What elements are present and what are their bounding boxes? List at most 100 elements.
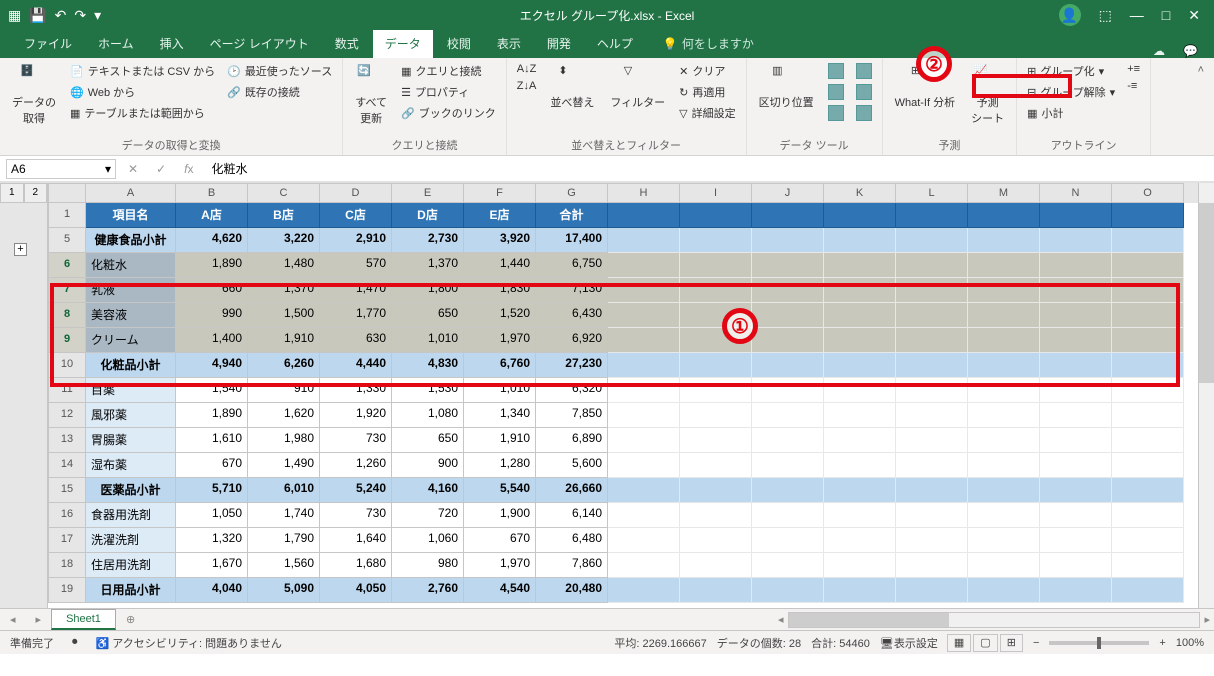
cell-empty[interactable] [968, 253, 1040, 278]
cell[interactable]: 湿布薬 [86, 453, 176, 478]
cell[interactable]: 乳液 [86, 278, 176, 303]
cell-empty[interactable] [752, 303, 824, 328]
cell[interactable]: 1,920 [320, 403, 392, 428]
cell-empty[interactable] [752, 228, 824, 253]
row-number[interactable]: 9 [48, 328, 86, 353]
cell[interactable]: 日用品小計 [86, 578, 176, 603]
subtotal-button[interactable]: ▦小計 [1025, 104, 1117, 122]
cancel-formula-icon[interactable]: ✕ [122, 162, 144, 176]
show-detail-button[interactable]: +≡ [1125, 62, 1142, 76]
cell[interactable]: 17,400 [536, 228, 608, 253]
zoom-in-button[interactable]: + [1159, 637, 1165, 649]
cell[interactable]: 風邪薬 [86, 403, 176, 428]
cell[interactable]: E店 [464, 203, 536, 228]
cell-empty[interactable] [824, 528, 896, 553]
outline-level-1[interactable]: 1 [0, 183, 24, 203]
cell-empty[interactable] [680, 353, 752, 378]
cell[interactable]: 6,750 [536, 253, 608, 278]
cell[interactable]: 1,560 [248, 553, 320, 578]
horizontal-scrollbar[interactable]: ◂ ▸ [774, 612, 1214, 628]
column-header[interactable]: K [824, 183, 896, 203]
cell-empty[interactable] [608, 203, 680, 228]
cell[interactable]: 目薬 [86, 378, 176, 403]
whatif-analysis-button[interactable]: ⊞What-If 分析 [891, 62, 960, 112]
column-header[interactable]: E [392, 183, 464, 203]
cell[interactable]: 1,330 [320, 378, 392, 403]
sheet-tab-active[interactable]: Sheet1 [51, 609, 116, 630]
column-header[interactable]: L [896, 183, 968, 203]
formula-bar-input[interactable]: 化粧水 [205, 158, 1208, 179]
cell-empty[interactable] [1112, 503, 1184, 528]
row-number[interactable]: 15 [48, 478, 86, 503]
cell-empty[interactable] [1112, 553, 1184, 578]
flash-fill-button[interactable] [826, 62, 846, 80]
data-model-button[interactable] [854, 104, 874, 122]
cell[interactable]: 6,890 [536, 428, 608, 453]
sheet-nav-next-icon[interactable]: ▸ [26, 613, 52, 626]
cell[interactable]: 6,260 [248, 353, 320, 378]
cell[interactable]: 6,140 [536, 503, 608, 528]
row-number[interactable]: 16 [48, 503, 86, 528]
cell[interactable]: 1,740 [248, 503, 320, 528]
cell-empty[interactable] [752, 353, 824, 378]
cell[interactable]: 1,340 [464, 403, 536, 428]
cell[interactable]: 1,910 [464, 428, 536, 453]
scroll-right-icon[interactable]: ▸ [1200, 613, 1214, 626]
row-number[interactable]: 11 [48, 378, 86, 403]
tab-file[interactable]: ファイル [12, 29, 84, 58]
cell[interactable]: 住居用洗剤 [86, 553, 176, 578]
cell-empty[interactable] [896, 428, 968, 453]
cell[interactable]: 4,540 [464, 578, 536, 603]
cell[interactable]: 650 [392, 303, 464, 328]
cell-empty[interactable] [1040, 303, 1112, 328]
group-button[interactable]: ⊞グループ化▾ [1025, 62, 1117, 80]
cell-empty[interactable] [968, 528, 1040, 553]
cell-empty[interactable] [608, 353, 680, 378]
cell-empty[interactable] [608, 428, 680, 453]
cell[interactable]: 1,400 [176, 328, 248, 353]
cell[interactable]: 1,520 [464, 303, 536, 328]
hide-detail-button[interactable]: -≡ [1125, 79, 1142, 93]
cell-empty[interactable] [752, 553, 824, 578]
column-header[interactable]: F [464, 183, 536, 203]
cell-empty[interactable] [824, 303, 896, 328]
cell[interactable]: 3,220 [248, 228, 320, 253]
cell-empty[interactable] [824, 328, 896, 353]
cell[interactable]: 1,010 [392, 328, 464, 353]
cell[interactable]: 胃腸薬 [86, 428, 176, 453]
cell[interactable]: 6,430 [536, 303, 608, 328]
column-header[interactable]: O [1112, 183, 1184, 203]
cell-empty[interactable] [752, 453, 824, 478]
cell[interactable]: 990 [176, 303, 248, 328]
cell[interactable]: 2,730 [392, 228, 464, 253]
page-break-view-button[interactable]: ⊞ [1000, 634, 1023, 652]
from-table-range-button[interactable]: ▦テーブルまたは範囲から [68, 104, 217, 122]
enter-formula-icon[interactable]: ✓ [150, 162, 172, 176]
cell-empty[interactable] [608, 378, 680, 403]
cell-empty[interactable] [824, 203, 896, 228]
cell-empty[interactable] [752, 328, 824, 353]
cell-empty[interactable] [824, 453, 896, 478]
cell[interactable]: 7,130 [536, 278, 608, 303]
save-icon[interactable]: 💾 [29, 7, 46, 24]
cell-empty[interactable] [896, 228, 968, 253]
cell[interactable]: 1,480 [248, 253, 320, 278]
close-icon[interactable]: ✕ [1188, 7, 1200, 24]
cell[interactable]: 26,660 [536, 478, 608, 503]
cell-empty[interactable] [968, 453, 1040, 478]
cell[interactable]: 1,050 [176, 503, 248, 528]
cell[interactable]: 1,790 [248, 528, 320, 553]
cell-empty[interactable] [680, 528, 752, 553]
ribbon-display-icon[interactable]: ⬚ [1099, 7, 1112, 24]
cell-empty[interactable] [752, 278, 824, 303]
account-avatar-icon[interactable]: 👤 [1059, 4, 1081, 26]
cell-empty[interactable] [1040, 378, 1112, 403]
comments-button[interactable]: 💬 [1183, 44, 1198, 58]
cell-empty[interactable] [608, 478, 680, 503]
cell[interactable]: クリーム [86, 328, 176, 353]
cell-empty[interactable] [680, 228, 752, 253]
cell-empty[interactable] [824, 478, 896, 503]
cell-empty[interactable] [680, 378, 752, 403]
tab-insert[interactable]: 挿入 [148, 29, 196, 58]
cell-empty[interactable] [968, 328, 1040, 353]
